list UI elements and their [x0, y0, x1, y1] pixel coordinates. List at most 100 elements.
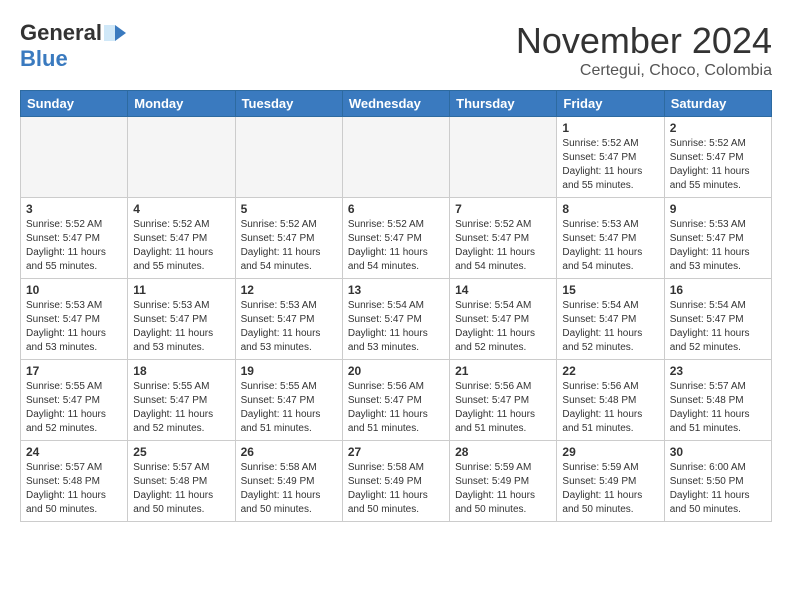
calendar-week-row: 1 Sunrise: 5:52 AM Sunset: 5:47 PM Daylig… — [21, 117, 772, 198]
day-number: 9 — [670, 202, 766, 216]
table-row: 20Sunrise: 5:56 AM Sunset: 5:47 PM Dayli… — [342, 360, 449, 441]
calendar-week-row: 24 Sunrise: 5:57 AM Sunset: 5:48 PM Dayli… — [21, 441, 772, 522]
table-row: 17 Sunrise: 5:55 AM Sunset: 5:47 PM Dayli… — [21, 360, 128, 441]
day-number: 26 — [241, 445, 337, 459]
table-row: 12 Sunrise: 5:53 AM Sunset: 5:47 PM Dayli… — [235, 279, 342, 360]
page: General Blue November 2024 Certegui, Cho… — [0, 0, 792, 532]
title-section: November 2024 Certegui, Choco, Colombia — [516, 20, 772, 80]
table-row — [342, 117, 449, 198]
table-row: 28 Sunrise: 5:59 AM Sunset: 5:49 PM Dayli… — [450, 441, 557, 522]
day-info: Sunrise: 5:52 AM Sunset: 5:47 PM Dayligh… — [562, 137, 658, 193]
table-row: 23 Sunrise: 5:57 AM Sunset: 5:48 PM Dayli… — [664, 360, 771, 441]
day-info: Sunrise: 5:53 AM Sunset: 5:47 PM Dayligh… — [133, 299, 229, 355]
day-number: 23 — [670, 364, 766, 378]
table-row: 3Sunrise: 5:52 AM Sunset: 5:47 PM Daylig… — [21, 198, 128, 279]
table-row: 4Sunrise: 5:52 AM Sunset: 5:47 PM Daylig… — [128, 198, 235, 279]
month-title: November 2024 — [516, 20, 772, 62]
calendar-week-row: 3 Sunrise: 5:52 AM Sunset: 5:47 PM Daylig… — [21, 198, 772, 279]
table-row: 6 Sunrise: 5:52 AM Sunset: 5:47 PM Daylig… — [342, 198, 449, 279]
calendar-week-row: 17 Sunrise: 5:55 AM Sunset: 5:47 PM Dayli… — [21, 360, 772, 441]
table-row — [128, 117, 235, 198]
day-info: Sunrise: 5:53 AM Sunset: 5:47 PM Dayligh… — [241, 299, 337, 355]
header-monday: Monday — [128, 91, 235, 117]
day-number: 3 — [26, 202, 122, 216]
day-info: Sunrise: 5:54 AM Sunset: 5:47 PM Dayligh… — [455, 299, 551, 355]
day-number: 7 — [455, 202, 551, 216]
header-wednesday: Wednesday — [342, 91, 449, 117]
day-info: Sunrise: 5:57 AM Sunset: 5:48 PM Dayligh… — [133, 461, 229, 517]
day-number: 21 — [455, 364, 551, 378]
calendar-header-row: Sunday Monday Tuesday Wednesday Thursday… — [21, 91, 772, 117]
header-sunday: Sunday — [21, 91, 128, 117]
table-row: 21 Sunrise: 5:56 AM Sunset: 5:47 PM Dayli… — [450, 360, 557, 441]
day-info: Sunrise: 5:52 AM Sunset: 5:47 PM Dayligh… — [348, 218, 444, 274]
table-row: 5 Sunrise: 5:52 AM Sunset: 5:47 PM Daylig… — [235, 198, 342, 279]
day-number: 24 — [26, 445, 122, 459]
day-info: Sunrise: 5:58 AM Sunset: 5:49 PM Dayligh… — [348, 461, 444, 517]
day-number: 17 — [26, 364, 122, 378]
day-info: Sunrise: 5:53 AM Sunset: 5:47 PM Dayligh… — [562, 218, 658, 274]
table-row: 22 Sunrise: 5:56 AM Sunset: 5:48 PM Dayli… — [557, 360, 664, 441]
day-info: Sunrise: 5:55 AM Sunset: 5:47 PM Dayligh… — [133, 380, 229, 436]
table-row: 8 Sunrise: 5:53 AM Sunset: 5:47 PM Daylig… — [557, 198, 664, 279]
header-thursday: Thursday — [450, 91, 557, 117]
day-number: 27 — [348, 445, 444, 459]
table-row: 2Sunrise: 5:52 AM Sunset: 5:47 PM Daylig… — [664, 117, 771, 198]
day-number: 30 — [670, 445, 766, 459]
table-row — [450, 117, 557, 198]
day-number: 8 — [562, 202, 658, 216]
day-number: 12 — [241, 283, 337, 297]
logo-blue: Blue — [20, 46, 68, 71]
day-info: Sunrise: 5:53 AM Sunset: 5:47 PM Dayligh… — [26, 299, 122, 355]
logo-flag-icon — [104, 25, 126, 41]
day-info: Sunrise: 5:59 AM Sunset: 5:49 PM Dayligh… — [455, 461, 551, 517]
table-row: 19 Sunrise: 5:55 AM Sunset: 5:47 PM Dayli… — [235, 360, 342, 441]
logo-general: General — [20, 20, 102, 46]
day-number: 22 — [562, 364, 658, 378]
day-info: Sunrise: 5:54 AM Sunset: 5:47 PM Dayligh… — [348, 299, 444, 355]
day-number: 19 — [241, 364, 337, 378]
table-row: 15Sunrise: 5:54 AM Sunset: 5:47 PM Dayli… — [557, 279, 664, 360]
table-row — [21, 117, 128, 198]
day-info: Sunrise: 5:52 AM Sunset: 5:47 PM Dayligh… — [455, 218, 551, 274]
day-info: Sunrise: 5:56 AM Sunset: 5:47 PM Dayligh… — [455, 380, 551, 436]
table-row: 29Sunrise: 5:59 AM Sunset: 5:49 PM Dayli… — [557, 441, 664, 522]
table-row: 16Sunrise: 5:54 AM Sunset: 5:47 PM Dayli… — [664, 279, 771, 360]
table-row: 11 Sunrise: 5:53 AM Sunset: 5:47 PM Dayli… — [128, 279, 235, 360]
day-info: Sunrise: 5:57 AM Sunset: 5:48 PM Dayligh… — [670, 380, 766, 436]
day-info: Sunrise: 5:59 AM Sunset: 5:49 PM Dayligh… — [562, 461, 658, 517]
day-number: 13 — [348, 283, 444, 297]
day-info: Sunrise: 5:56 AM Sunset: 5:48 PM Dayligh… — [562, 380, 658, 436]
day-info: Sunrise: 6:00 AM Sunset: 5:50 PM Dayligh… — [670, 461, 766, 517]
table-row: 9 Sunrise: 5:53 AM Sunset: 5:47 PM Daylig… — [664, 198, 771, 279]
header-friday: Friday — [557, 91, 664, 117]
day-info: Sunrise: 5:53 AM Sunset: 5:47 PM Dayligh… — [670, 218, 766, 274]
day-number: 25 — [133, 445, 229, 459]
day-info: Sunrise: 5:52 AM Sunset: 5:47 PM Dayligh… — [670, 137, 766, 193]
day-number: 5 — [241, 202, 337, 216]
table-row: 1 Sunrise: 5:52 AM Sunset: 5:47 PM Daylig… — [557, 117, 664, 198]
table-row: 18Sunrise: 5:55 AM Sunset: 5:47 PM Dayli… — [128, 360, 235, 441]
day-info: Sunrise: 5:57 AM Sunset: 5:48 PM Dayligh… — [26, 461, 122, 517]
day-number: 20 — [348, 364, 444, 378]
day-info: Sunrise: 5:54 AM Sunset: 5:47 PM Dayligh… — [670, 299, 766, 355]
table-row — [235, 117, 342, 198]
day-number: 11 — [133, 283, 229, 297]
day-info: Sunrise: 5:55 AM Sunset: 5:47 PM Dayligh… — [241, 380, 337, 436]
table-row: 24 Sunrise: 5:57 AM Sunset: 5:48 PM Dayli… — [21, 441, 128, 522]
calendar: Sunday Monday Tuesday Wednesday Thursday… — [20, 90, 772, 522]
table-row: 26 Sunrise: 5:58 AM Sunset: 5:49 PM Dayli… — [235, 441, 342, 522]
table-row: 13 Sunrise: 5:54 AM Sunset: 5:47 PM Dayli… — [342, 279, 449, 360]
header-saturday: Saturday — [664, 91, 771, 117]
calendar-week-row: 10Sunrise: 5:53 AM Sunset: 5:47 PM Dayli… — [21, 279, 772, 360]
day-number: 6 — [348, 202, 444, 216]
day-info: Sunrise: 5:55 AM Sunset: 5:47 PM Dayligh… — [26, 380, 122, 436]
day-number: 1 — [562, 121, 658, 135]
day-number: 28 — [455, 445, 551, 459]
day-info: Sunrise: 5:52 AM Sunset: 5:47 PM Dayligh… — [241, 218, 337, 274]
header: General Blue November 2024 Certegui, Cho… — [20, 20, 772, 80]
logo: General Blue — [20, 20, 126, 72]
table-row: 14Sunrise: 5:54 AM Sunset: 5:47 PM Dayli… — [450, 279, 557, 360]
day-info: Sunrise: 5:58 AM Sunset: 5:49 PM Dayligh… — [241, 461, 337, 517]
day-info: Sunrise: 5:52 AM Sunset: 5:47 PM Dayligh… — [133, 218, 229, 274]
